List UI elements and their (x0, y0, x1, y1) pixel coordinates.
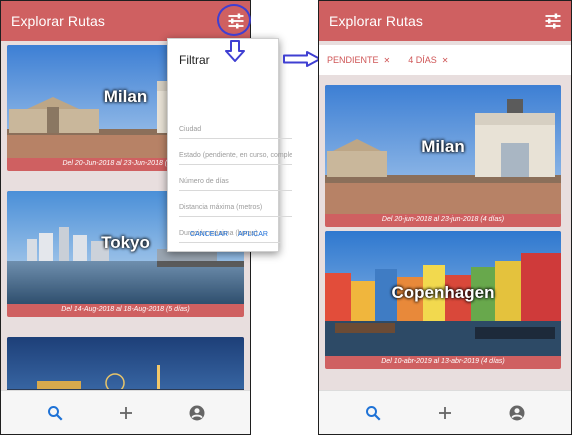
app-bar: Explorar Rutas (319, 1, 571, 41)
add-icon (439, 406, 451, 419)
route-city: Copenhagen (391, 283, 495, 302)
nav-search-button[interactable] (41, 399, 69, 427)
app-title: Explorar Rutas (11, 13, 105, 29)
search-icon (47, 405, 63, 421)
tune-icon (545, 13, 561, 29)
highlight-circle (217, 4, 251, 36)
nav-search-button[interactable] (359, 399, 387, 427)
route-card[interactable]: Milan Del 20-jun-2018 al 23-jun-2018 (4 … (325, 85, 561, 227)
chip-label: 4 DÍAS (408, 55, 437, 65)
right-phone-screen: Explorar Rutas PENDIENTE ✕ 4 DÍAS ✕ Mila… (318, 0, 572, 435)
close-icon[interactable]: ✕ (384, 56, 391, 65)
filter-dialog: Filtrar Ciudad Estado (pendiente, en cur… (167, 38, 292, 252)
arrow-down-annotation (225, 40, 245, 62)
route-card[interactable] (7, 337, 244, 397)
account-icon (189, 405, 204, 420)
filter-dialog-title: Filtrar (179, 53, 210, 67)
app-bar: Explorar Rutas (1, 1, 250, 41)
night-city-image (7, 337, 244, 397)
max-distance-field[interactable]: Distancia máxima (metros) (179, 195, 292, 217)
app-title: Explorar Rutas (329, 13, 423, 29)
route-dates: Del 14-Aug-2018 al 18-Aug-2018 (5 días) (61, 306, 190, 313)
dialog-actions: CANCELAR APLICAR (190, 231, 268, 238)
bottom-navigation (319, 390, 571, 434)
add-icon (119, 406, 132, 419)
route-card[interactable]: Copenhagen Del 10-abr-2019 al 13-abr-201… (325, 231, 561, 369)
filter-chip-status[interactable]: PENDIENTE ✕ (327, 55, 390, 65)
route-city: Milan (421, 137, 465, 156)
status-field[interactable]: Estado (pendiente, en curso, completada) (179, 143, 292, 165)
days-field[interactable]: Número de días (179, 169, 292, 191)
city-field[interactable]: Ciudad (179, 117, 292, 139)
bottom-navigation (1, 390, 250, 434)
nav-account-button[interactable] (503, 399, 531, 427)
close-icon[interactable]: ✕ (442, 56, 449, 65)
filter-chip-days[interactable]: 4 DÍAS ✕ (408, 55, 448, 65)
nav-add-button[interactable] (112, 399, 140, 427)
route-dates: Del 20-jun-2018 al 23-jun-2018 (4 días) (381, 216, 505, 223)
route-dates: Del 10-abr-2019 al 13-abr-2019 (4 días) (381, 358, 505, 365)
route-card-image (7, 337, 244, 397)
apply-button[interactable]: APLICAR (238, 231, 268, 238)
arrow-right-annotation (283, 51, 321, 67)
account-icon (509, 405, 525, 420)
cancel-button[interactable]: CANCELAR (190, 231, 228, 238)
chip-label: PENDIENTE (327, 55, 379, 65)
active-filter-chips: PENDIENTE ✕ 4 DÍAS ✕ (319, 45, 571, 75)
nav-add-button[interactable] (431, 399, 459, 427)
filter-button[interactable] (539, 7, 567, 35)
search-icon (366, 405, 381, 421)
nav-account-button[interactable] (183, 399, 211, 427)
